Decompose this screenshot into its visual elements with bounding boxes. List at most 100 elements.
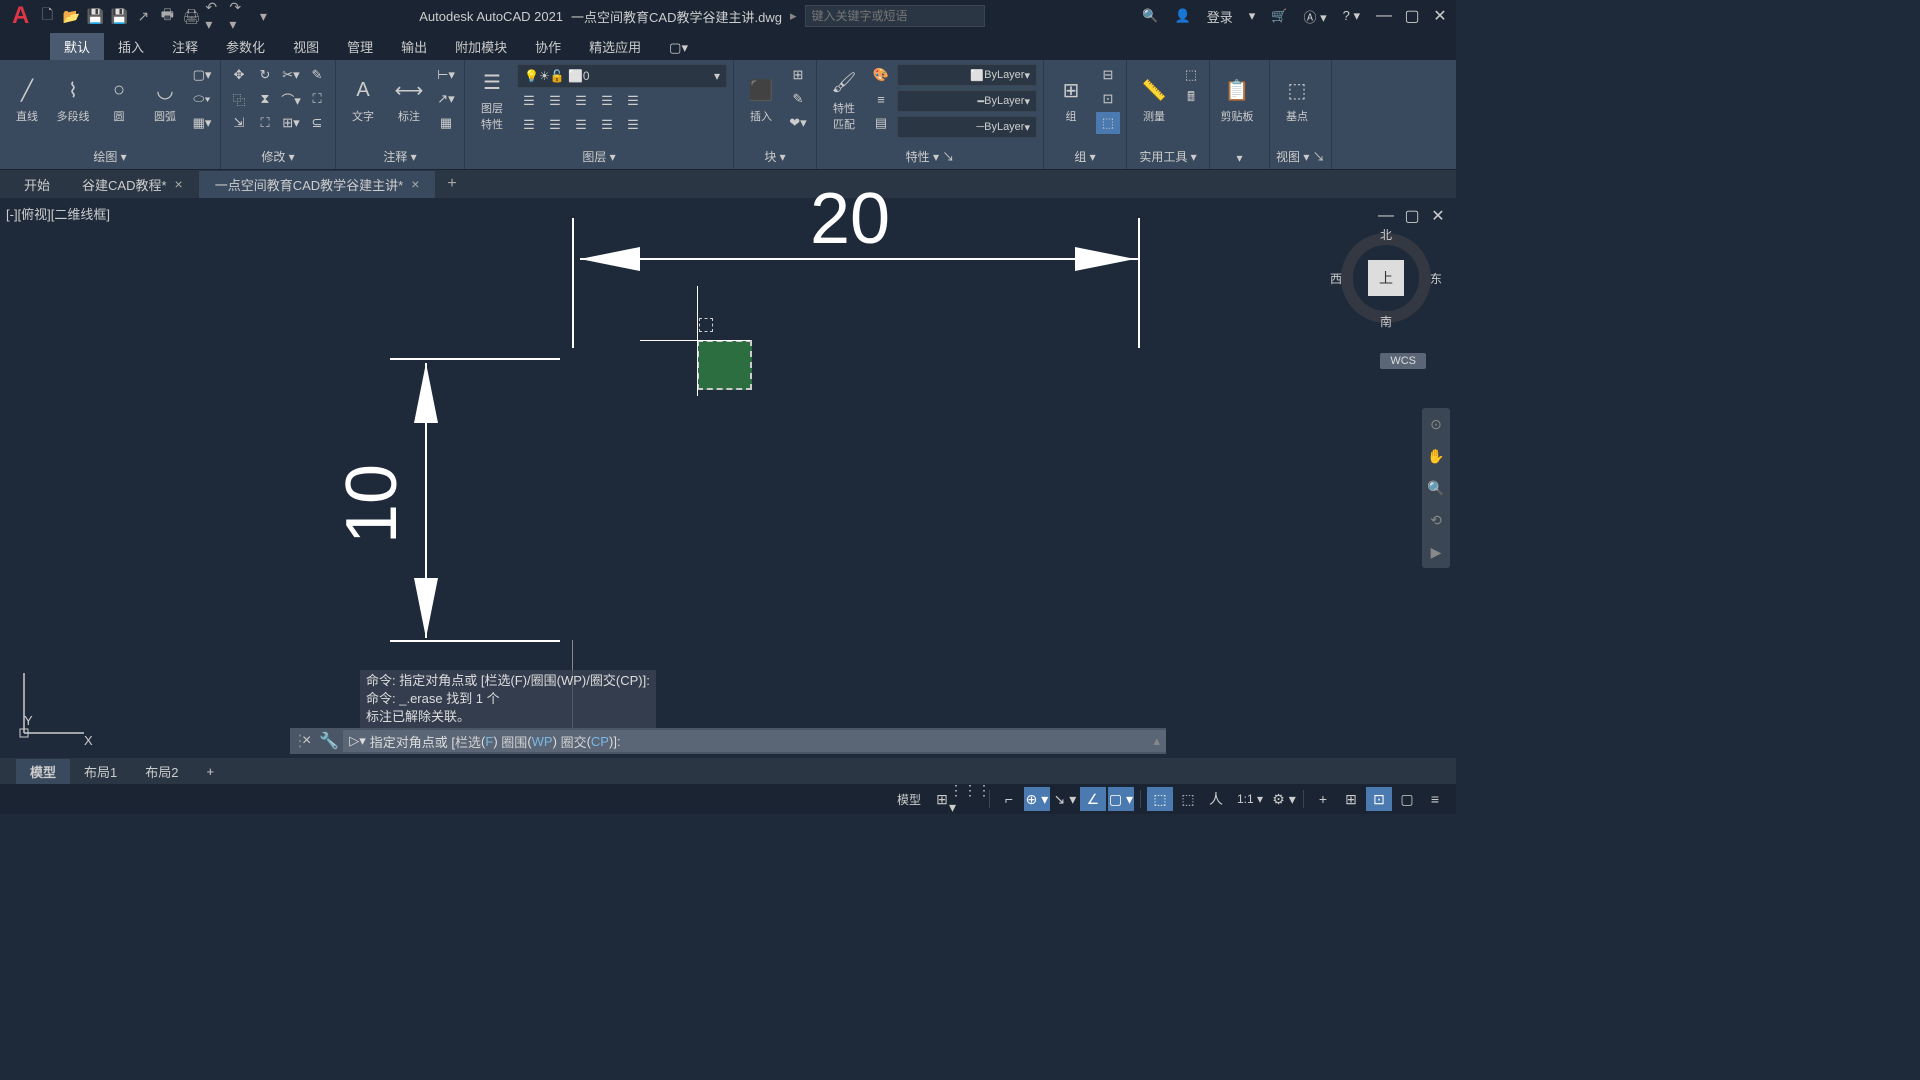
- polar-icon[interactable]: ⊕ ▾: [1024, 787, 1050, 811]
- qat-more-icon[interactable]: ▾: [253, 6, 273, 26]
- line-button[interactable]: ╱直线: [6, 64, 48, 134]
- qat-saveas-icon[interactable]: 💾: [109, 6, 129, 26]
- fillet-icon[interactable]: ⌒▾: [279, 88, 303, 110]
- panel-props-title[interactable]: 特性 ▾ ↘: [823, 146, 1037, 165]
- close-tab-icon[interactable]: ×: [175, 176, 183, 192]
- rotate-icon[interactable]: ↻: [253, 64, 277, 86]
- layer-props-button[interactable]: ☰图层 特性: [471, 64, 513, 134]
- qat-new-icon[interactable]: 🗋: [37, 6, 57, 26]
- layer-uniso-icon[interactable]: ☰: [595, 114, 619, 136]
- add-tab-icon[interactable]: +: [435, 171, 468, 197]
- panel-draw-title[interactable]: 绘图 ▾: [6, 146, 214, 165]
- nav-pan-icon[interactable]: ✋: [1424, 444, 1448, 468]
- layer-on-icon[interactable]: ☰: [517, 114, 541, 136]
- minimize-icon[interactable]: —: [1372, 4, 1396, 28]
- copy-icon[interactable]: ⿻: [227, 88, 251, 110]
- viewport-label[interactable]: [-][俯视][二维线框]: [6, 204, 110, 223]
- panel-view-title[interactable]: 视图 ▾ ↘: [1276, 146, 1325, 165]
- drawing-canvas[interactable]: [-][俯视][二维线框] — ▢ ✕ 20 10 上 北 南 西 东 WCS …: [0, 198, 1456, 758]
- wcs-label[interactable]: WCS: [1380, 353, 1426, 369]
- quick-select-icon[interactable]: ⬚: [1179, 64, 1203, 86]
- group-edit-icon[interactable]: ⊡: [1096, 88, 1120, 110]
- layout-2[interactable]: 布局2: [131, 759, 192, 784]
- command-input[interactable]: ▷▾ 指定对角点或 [ 栏选(F) 圈围(WP) 圈交(CP) ]: ▴: [343, 730, 1166, 752]
- tab-default[interactable]: 默认: [50, 33, 104, 60]
- array-icon[interactable]: ⊞▾: [279, 112, 303, 134]
- close-icon[interactable]: ✕: [1428, 4, 1452, 28]
- doc-max-icon[interactable]: ▢: [1400, 204, 1424, 228]
- dim-button[interactable]: ⟷标注: [388, 64, 430, 134]
- help-icon[interactable]: ? ▾: [1339, 8, 1364, 24]
- viewcube-e[interactable]: 东: [1430, 270, 1442, 287]
- tab-addons[interactable]: 附加模块: [441, 33, 521, 60]
- anno-vis-icon[interactable]: ⬚: [1175, 787, 1201, 811]
- qat-save-icon[interactable]: 💾: [85, 6, 105, 26]
- lt-dropdown[interactable]: ─ ByLayer ▾: [897, 116, 1037, 138]
- tab-parametric[interactable]: 参数化: [212, 33, 279, 60]
- status-model[interactable]: 模型: [891, 791, 927, 808]
- tab-collab[interactable]: 协作: [521, 33, 575, 60]
- layer-off-icon[interactable]: ☰: [517, 90, 541, 112]
- move-icon[interactable]: ✥: [227, 64, 251, 86]
- layer-dropdown[interactable]: 💡☀🔓 ⬜ 0▾: [517, 64, 727, 88]
- stretch-icon[interactable]: ⇲: [227, 112, 251, 134]
- quickprops-icon[interactable]: ⊞: [1338, 787, 1364, 811]
- panel-modify-title[interactable]: 修改 ▾: [227, 146, 329, 165]
- transp-icon[interactable]: ▤: [869, 112, 893, 134]
- match-props-button[interactable]: 🖌特性 匹配: [823, 64, 865, 134]
- layer-lock-icon[interactable]: ☰: [569, 90, 593, 112]
- tab-manage[interactable]: 管理: [333, 33, 387, 60]
- panel-layer-title[interactable]: 图层 ▾: [471, 146, 727, 165]
- lw-dropdown[interactable]: ━ ByLayer ▾: [897, 90, 1037, 112]
- nav-show-icon[interactable]: ▶: [1424, 540, 1448, 564]
- linear-dim-icon[interactable]: ⊢▾: [434, 64, 458, 86]
- panel-group-title[interactable]: 组 ▾: [1050, 146, 1120, 165]
- layout-add-icon[interactable]: +: [192, 761, 228, 782]
- calc-icon[interactable]: 🖩: [1179, 88, 1203, 110]
- file-tab-2[interactable]: 一点空间教育CAD教学谷建主讲*×: [199, 171, 436, 198]
- layer-merge-icon[interactable]: ☰: [621, 114, 645, 136]
- app-exchange-icon[interactable]: Ⓐ ▾: [1299, 7, 1330, 26]
- tab-view[interactable]: 视图: [279, 33, 333, 60]
- nav-wheel-icon[interactable]: ⊙: [1424, 412, 1448, 436]
- measure-button[interactable]: 📏测量: [1133, 64, 1175, 134]
- ortho-icon[interactable]: ⌐: [996, 787, 1022, 811]
- login-button[interactable]: 登录: [1203, 7, 1237, 26]
- doc-min-icon[interactable]: —: [1374, 204, 1398, 228]
- ellipse-icon[interactable]: ⬭▾: [190, 88, 214, 110]
- scale-icon[interactable]: ⛶: [253, 112, 277, 134]
- cursor-icon[interactable]: +: [1310, 787, 1336, 811]
- arc-button[interactable]: ◡圆弧: [144, 64, 186, 134]
- status-scale[interactable]: 1:1 ▾: [1231, 792, 1269, 806]
- custom-icon[interactable]: ≡: [1422, 787, 1448, 811]
- group-sel-icon[interactable]: ⬚: [1096, 112, 1120, 134]
- osnap-icon[interactable]: ▢ ▾: [1108, 787, 1134, 811]
- cmdline-grip[interactable]: ⋮: [290, 731, 298, 751]
- edit-block-icon[interactable]: ✎: [786, 88, 810, 110]
- table-icon[interactable]: ▦: [434, 112, 458, 134]
- qat-web-icon[interactable]: ↗: [133, 6, 153, 26]
- cart-icon[interactable]: 🛒: [1267, 8, 1291, 24]
- nav-zoom-icon[interactable]: 🔍: [1424, 476, 1448, 500]
- snap-icon[interactable]: ⋮⋮⋮ ▾: [957, 787, 983, 811]
- layer-iso-icon[interactable]: ☰: [595, 90, 619, 112]
- panel-clip-title[interactable]: ▾: [1216, 149, 1263, 165]
- login-dropdown-icon[interactable]: ▾: [1245, 8, 1260, 24]
- anno-auto-icon[interactable]: 人: [1203, 787, 1229, 811]
- qat-redo-icon[interactable]: ↷ ▾: [229, 6, 249, 26]
- close-tab-icon[interactable]: ×: [411, 176, 419, 192]
- base-view-button[interactable]: ⬚基点: [1276, 64, 1318, 134]
- search-icon[interactable]: 🔍: [1138, 8, 1162, 24]
- layer-thaw-icon[interactable]: ☰: [543, 114, 567, 136]
- insert-block-button[interactable]: ⬛插入: [740, 64, 782, 134]
- doc-close-icon[interactable]: ✕: [1426, 204, 1450, 228]
- viewcube-n[interactable]: 北: [1380, 226, 1392, 243]
- color-wheel-icon[interactable]: 🎨: [869, 64, 893, 86]
- layer-match-icon[interactable]: ☰: [621, 90, 645, 112]
- search-input[interactable]: [805, 5, 985, 27]
- selection-cycle-icon[interactable]: ⊡: [1366, 787, 1392, 811]
- layer-freeze-icon[interactable]: ☰: [543, 90, 567, 112]
- color-dropdown[interactable]: ⬜ ByLayer ▾: [897, 64, 1037, 86]
- tab-featured[interactable]: 精选应用: [575, 33, 655, 60]
- erase-icon[interactable]: ✎: [305, 64, 329, 86]
